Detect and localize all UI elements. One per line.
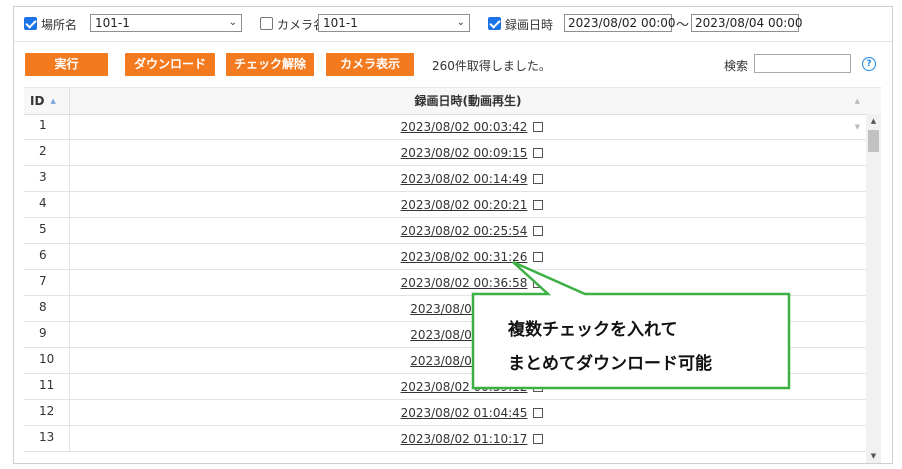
- callout-text: 複数チェックを入れて まとめてダウンロード可能: [508, 313, 768, 381]
- camera-checkbox[interactable]: [260, 17, 273, 30]
- datetime-column-header[interactable]: 録画日時(動画再生) ▲ ▼: [70, 88, 866, 131]
- recording-link[interactable]: 2023/08/02 00:25:54: [401, 224, 528, 238]
- recording-link[interactable]: 2023/08/02 00:31:26: [401, 250, 528, 264]
- row-select-checkbox[interactable]: [533, 408, 544, 418]
- recording-link[interactable]: 2023/08/02 00:14:49: [401, 172, 528, 186]
- datetime-header-label: 録画日時(動画再生): [414, 94, 522, 108]
- date-from-value: 2023/08/02 00:00: [568, 16, 676, 30]
- row-id: 6: [24, 244, 70, 269]
- row-datetime-cell: 2023/08/02 01:04:45: [70, 400, 866, 425]
- scrollbar-thumb[interactable]: [868, 130, 879, 152]
- row-id: 7: [24, 270, 70, 295]
- row-datetime-cell: 2023/08/02 00:36:58: [70, 270, 866, 295]
- location-label: 場所名: [41, 18, 78, 32]
- table-row: 5 2023/08/02 00:25:54: [24, 218, 866, 244]
- row-datetime-cell: 2023/08/02 00:09:15: [70, 140, 866, 165]
- filter-row: 場所名 101-1 ⌄ カメラ名 101-1 ⌄ 録画日時 2023/08/02…: [14, 7, 892, 41]
- row-id: 8: [24, 296, 70, 321]
- recording-link[interactable]: 2023/08/02 00:48: [410, 328, 518, 342]
- table-row: 7 2023/08/02 00:36:58: [24, 270, 866, 296]
- recording-link[interactable]: 2023/08/02 00:53: [410, 354, 518, 368]
- row-datetime-cell: 2023/08/02 01:10:17: [70, 426, 866, 451]
- recording-link[interactable]: 2023/08/02 00:36:58: [401, 276, 528, 290]
- table-row: 3 2023/08/02 00:14:49: [24, 166, 866, 192]
- help-icon[interactable]: ?: [862, 57, 876, 71]
- row-select-checkbox[interactable]: [533, 174, 544, 184]
- download-button[interactable]: ダウンロード: [125, 53, 215, 76]
- execute-button[interactable]: 実行: [25, 53, 108, 76]
- camera-select[interactable]: 101-1 ⌄: [318, 14, 470, 32]
- recording-link[interactable]: 2023/08/02 00:42: [410, 302, 518, 316]
- camera-select-value: 101-1: [323, 16, 358, 30]
- date-range-separator: 〜: [676, 18, 690, 33]
- recorded-checkbox[interactable]: [488, 17, 501, 30]
- recordings-table: ID ▲ 録画日時(動画再生) ▲ ▼ 1 2023/08/02 00:03:42 2 2…: [24, 87, 881, 463]
- table-body: 1 2023/08/02 00:03:42 2 2023/08/02 00:09:15…: [24, 114, 866, 463]
- search-label: 検索: [724, 59, 749, 73]
- row-select-checkbox[interactable]: [533, 278, 544, 288]
- row-datetime-cell: 2023/08/02 00:31:26: [70, 244, 866, 269]
- date-to-input[interactable]: 2023/08/04 00:00: [691, 14, 803, 32]
- row-id: 10: [24, 348, 70, 373]
- recording-link[interactable]: 2023/08/02 00:09:15: [401, 146, 528, 160]
- row-id: 13: [24, 426, 70, 451]
- row-select-checkbox[interactable]: [533, 200, 544, 210]
- callout-line-2: まとめてダウンロード可能: [508, 354, 712, 374]
- row-id: 2: [24, 140, 70, 165]
- row-datetime-cell: 2023/08/02 00:14:49: [70, 166, 866, 191]
- table-row: 13 2023/08/02 01:10:17: [24, 426, 866, 452]
- table-row: 6 2023/08/02 00:31:26: [24, 244, 866, 270]
- id-header-label: ID: [30, 94, 45, 108]
- chevron-down-icon: ⌄: [228, 17, 237, 28]
- result-count-status: 260件取得しました。: [432, 59, 551, 73]
- recording-link[interactable]: 2023/08/02 00:20:21: [401, 198, 528, 212]
- date-to-value: 2023/08/04 00:00: [695, 16, 803, 30]
- row-id: 12: [24, 400, 70, 425]
- table-row: 1 2023/08/02 00:03:42: [24, 114, 866, 140]
- divider: [14, 41, 892, 42]
- location-checkbox[interactable]: [24, 17, 37, 30]
- recording-link[interactable]: 2023/08/02 01:10:17: [401, 432, 528, 446]
- recording-search-panel: 場所名 101-1 ⌄ カメラ名 101-1 ⌄ 録画日時 2023/08/02…: [13, 6, 893, 464]
- table-row: 12 2023/08/02 01:04:45: [24, 400, 866, 426]
- recorded-label: 録画日時: [505, 18, 554, 32]
- row-select-checkbox[interactable]: [533, 434, 544, 444]
- row-id: 11: [24, 374, 70, 399]
- recording-link[interactable]: 2023/08/02 01:04:45: [401, 406, 528, 420]
- table-header: ID ▲ 録画日時(動画再生) ▲ ▼: [24, 87, 881, 131]
- uncheck-button[interactable]: チェック解除: [226, 53, 314, 76]
- row-id: 1: [24, 114, 70, 139]
- recording-link[interactable]: 2023/08/02 00:03:42: [401, 120, 528, 134]
- sort-asc-icon: ▲: [50, 97, 56, 105]
- date-from-input[interactable]: 2023/08/02 00:00: [564, 14, 676, 32]
- table-row: 4 2023/08/02 00:20:21: [24, 192, 866, 218]
- row-datetime-cell: 2023/08/02 00:20:21: [70, 192, 866, 217]
- row-select-checkbox[interactable]: [533, 252, 544, 262]
- row-select-checkbox[interactable]: [533, 122, 544, 132]
- search-input[interactable]: [754, 54, 851, 73]
- scroll-up-icon[interactable]: ▲: [866, 114, 881, 128]
- row-select-checkbox[interactable]: [533, 382, 544, 392]
- location-select[interactable]: 101-1 ⌄: [90, 14, 242, 32]
- chevron-down-icon: ⌄: [456, 17, 465, 28]
- table-row: 2 2023/08/02 00:09:15: [24, 140, 866, 166]
- row-id: 5: [24, 218, 70, 243]
- row-select-checkbox[interactable]: [533, 226, 544, 236]
- row-id: 4: [24, 192, 70, 217]
- id-column-header[interactable]: ID ▲: [24, 88, 70, 114]
- camera-view-button[interactable]: カメラ表示: [326, 53, 414, 76]
- row-id: 9: [24, 322, 70, 347]
- callout-line-1: 複数チェックを入れて: [508, 320, 678, 340]
- scroll-down-icon[interactable]: ▼: [866, 449, 881, 463]
- recording-link[interactable]: 2023/08/02 00:59:12: [401, 380, 528, 394]
- row-select-checkbox[interactable]: [533, 148, 544, 158]
- location-select-value: 101-1: [95, 16, 130, 30]
- row-datetime-cell: 2023/08/02 00:25:54: [70, 218, 866, 243]
- vertical-scrollbar[interactable]: ▲ ▼: [866, 114, 881, 463]
- row-datetime-cell: 2023/08/02 00:03:42: [70, 114, 866, 139]
- row-id: 3: [24, 166, 70, 191]
